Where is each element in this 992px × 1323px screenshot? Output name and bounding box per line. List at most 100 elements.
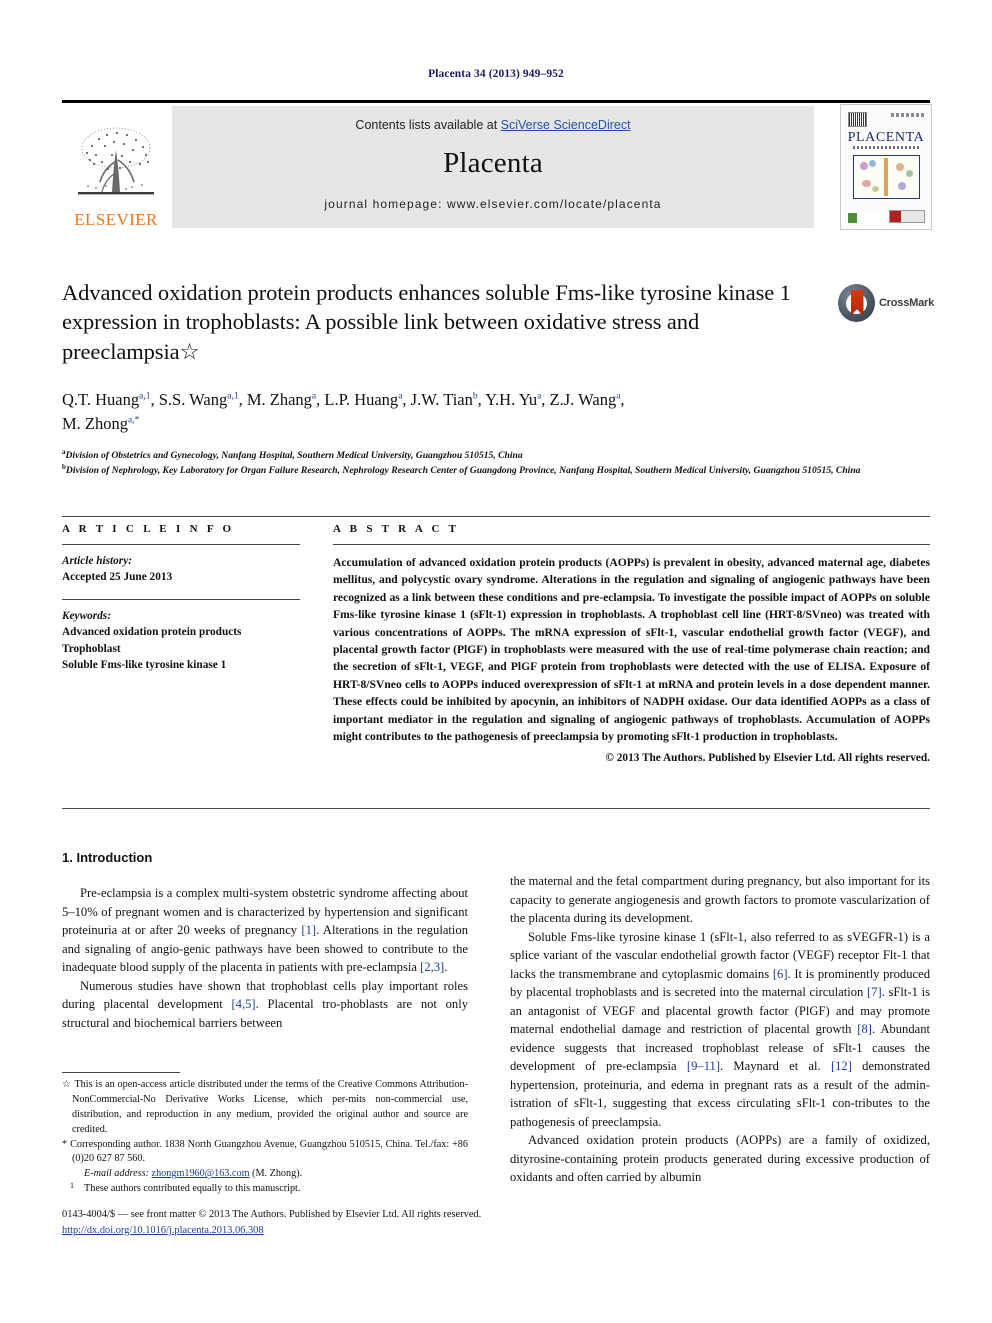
intro-p1-part-c: . <box>444 960 448 975</box>
journal-masthead: ELSEVIER Contents lists available at Sci… <box>62 100 932 230</box>
citation-ref[interactable]: [4,5] <box>231 997 255 1011</box>
article-history-value: Accepted 25 June 2013 <box>62 571 173 584</box>
footnote-open-access: ☆ This is an open-access article distribu… <box>62 1078 468 1138</box>
author-affil-mark: a,1 <box>227 391 239 402</box>
abstract-bottom-rule <box>62 808 930 809</box>
page-title: Advanced oxidation protein products enha… <box>62 280 791 364</box>
affiliation-b-text: Division of Nephrology, Key Laboratory f… <box>65 464 861 476</box>
author-affil-mark: a <box>311 391 317 402</box>
cover-footer-right-logo <box>889 210 925 223</box>
cover-blob <box>898 182 906 190</box>
article-info-rule <box>62 544 300 545</box>
cover-blob <box>906 170 913 177</box>
author-affil-mark: b <box>472 391 478 402</box>
journal-homepage[interactable]: journal homepage: www.elsevier.com/locat… <box>172 197 814 211</box>
article-history-label: Article history: <box>62 555 132 567</box>
title-block: Advanced oxidation protein products enha… <box>62 278 822 366</box>
keywords-block: Keywords: Advanced oxidation protein pro… <box>62 608 300 674</box>
author-affil-mark: a,1 <box>139 391 151 402</box>
author-affil-mark: a <box>616 391 621 402</box>
journal-cover-thumbnail: PLACENTA <box>840 104 932 230</box>
abstract-copyright: © 2013 The Authors. Published by Elsevie… <box>605 752 930 765</box>
elsevier-wordmark: ELSEVIER <box>74 210 158 229</box>
section-heading-introduction: 1. Introduction <box>62 850 153 865</box>
affiliation-b: bDivision of Nephrology, Key Laboratory … <box>62 463 882 478</box>
footnote-open-access-text: This is an open-access article distribut… <box>72 1079 469 1135</box>
abstract-top-rule <box>62 516 930 517</box>
crossmark-icon <box>838 284 875 322</box>
affiliation-a-text: Division of Obstetrics and Gynecology, N… <box>65 450 523 462</box>
footnote-number-marker: 1 <box>70 1181 74 1191</box>
citation-ref[interactable]: [6] <box>773 967 788 981</box>
cover-blob <box>862 180 871 187</box>
cover-header-text <box>891 113 925 117</box>
cover-blob <box>896 163 904 171</box>
footnote-star-marker: ☆ <box>62 1079 72 1090</box>
abstract-text: Accumulation of advanced oxidation prote… <box>333 556 930 743</box>
journal-title: Placenta <box>443 147 543 179</box>
cover-blob <box>869 160 876 167</box>
article-info-column: A R T I C L E I N F O Article history: A… <box>62 523 300 673</box>
cover-blob <box>860 162 868 170</box>
author-affil-mark: a <box>537 391 542 402</box>
citation-ref[interactable]: [9–11] <box>687 1059 720 1073</box>
email-link[interactable]: zhongm1960@163.com <box>152 1168 250 1179</box>
contents-available-line: Contents lists available at SciVerse Sci… <box>172 106 814 132</box>
cover-subtitle-bar <box>853 146 919 149</box>
right-p1-part-e: . Maynard et al. <box>720 1059 831 1073</box>
footnote-equal-text: These authors contributed equally to thi… <box>84 1183 301 1195</box>
abstract-heading: A B S T R A C T <box>333 523 460 535</box>
footnote-equal-contribution: 1 These authors contributed equally to th… <box>62 1181 468 1197</box>
cover-barcode-icon <box>848 112 867 127</box>
abstract-column: A B S T R A C T Accumulation of advanced… <box>333 523 930 764</box>
keywords-rule <box>62 598 300 600</box>
doi-link[interactable]: http://dx.doi.org/10.1016/j.placenta.201… <box>62 1225 264 1236</box>
author-list: Q.T. Huanga,1, S.S. Wanga,1, M. Zhanga, … <box>62 390 625 433</box>
running-head: Placenta 34 (2013) 949–952 <box>428 68 564 80</box>
keyword-item: Advanced oxidation protein products <box>62 626 242 639</box>
elsevier-tree-icon <box>72 122 160 210</box>
keywords-label: Keywords: <box>62 609 111 622</box>
masthead-top-rule <box>62 100 930 103</box>
elsevier-logo: ELSEVIER <box>62 106 170 230</box>
body-column-left: 1. Introduction Pre-eclampsia is a compl… <box>62 848 468 1032</box>
citation-ref[interactable]: [2,3] <box>420 960 444 974</box>
body-column-right: the maternal and the fetal compartment d… <box>510 872 930 1187</box>
cover-journal-name: PLACENTA <box>847 130 925 145</box>
sciencedirect-band: Contents lists available at SciVerse Sci… <box>172 106 814 228</box>
citation-ref[interactable]: [8] <box>857 1022 872 1036</box>
crossmark-badge[interactable]: CrossMark <box>838 283 934 323</box>
footnotes-block: ☆ This is an open-access article distribu… <box>62 1078 468 1197</box>
right-paragraph-0: the maternal and the fetal compartment d… <box>510 874 930 925</box>
author-affil-mark: a <box>398 391 403 402</box>
footnote-corresponding-text: Corresponding author. 1838 North Guangzh… <box>70 1138 468 1165</box>
cover-illustration <box>853 155 920 199</box>
email-label: E-mail address: <box>84 1168 149 1180</box>
citation-ref[interactable]: [12] <box>831 1059 852 1073</box>
bottom-matter: 0143-4004/$ — see front matter © 2013 Th… <box>62 1207 930 1238</box>
footnote-email: E-mail address: zhongm1960@163.com (M. Z… <box>62 1167 468 1182</box>
issn-copyright-line: 0143-4004/$ — see front matter © 2013 Th… <box>62 1209 482 1220</box>
cover-footer-left-logo <box>848 213 880 223</box>
affiliations: aDivision of Obstetrics and Gynecology, … <box>62 448 882 478</box>
article-info-heading: A R T I C L E I N F O <box>62 523 235 535</box>
footnote-separator-rule <box>62 1072 180 1073</box>
keyword-item: Soluble Fms-like tyrosine kinase 1 <box>62 658 227 671</box>
paper-page: Placenta 34 (2013) 949–952 ELSEVIER Cont… <box>0 0 992 1323</box>
cover-blob <box>872 186 879 192</box>
sciencedirect-link[interactable]: SciVerse ScienceDirect <box>501 118 631 132</box>
right-paragraph-1: Soluble Fms-like tyrosine kinase 1 (sFlt… <box>510 928 930 1132</box>
affiliation-a: aDivision of Obstetrics and Gynecology, … <box>62 448 882 463</box>
intro-paragraph-1: Pre-eclampsia is a complex multi-system … <box>62 884 468 977</box>
intro-paragraph-2: Numerous studies have shown that trophob… <box>62 977 468 1033</box>
keyword-item: Trophoblast <box>62 642 121 655</box>
abstract-rule <box>333 544 930 545</box>
citation-ref[interactable]: [7] <box>867 985 882 999</box>
contents-prefix: Contents lists available at <box>355 118 501 132</box>
footnote-corresponding-author: * Corresponding author. 1838 North Guangz… <box>62 1138 468 1168</box>
footnote-asterisk-marker: * <box>62 1138 68 1150</box>
author-affil-mark: a,* <box>128 415 140 426</box>
citation-ref[interactable]: [1] <box>301 923 316 937</box>
bottom-rule <box>62 1196 468 1197</box>
article-history: Article history: Accepted 25 June 2013 <box>62 553 300 586</box>
